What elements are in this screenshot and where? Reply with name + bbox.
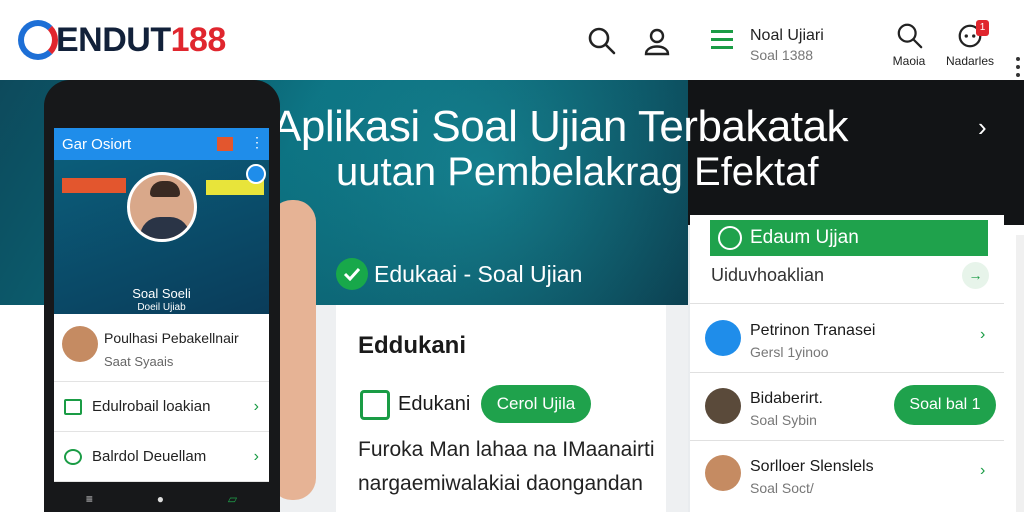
tag-badge: [62, 178, 126, 193]
chevron-right-icon: ›: [253, 447, 259, 465]
list-item-label: Balrdol Deuellam: [92, 448, 207, 465]
card-paragraph: nargaemiwalakiai daongandan: [358, 472, 643, 495]
phone-screen: Gar Osiort ⋮ Soal Soeli Doeil Ujiab Poul…: [54, 128, 269, 482]
list-item-title[interactable]: Petrinon Tranasei: [750, 322, 875, 340]
top-header: ENDUT 188: [0, 0, 688, 80]
home-icon[interactable]: ●: [157, 492, 164, 506]
right-panel-title: Noal Ujiari: [750, 27, 824, 44]
phone-profile-section: Soal Soeli Doeil Ujiab: [54, 160, 269, 314]
back-icon[interactable]: ▱: [228, 492, 237, 506]
refresh-icon[interactable]: [246, 164, 266, 184]
list-item-title[interactable]: Bidaberirt.: [750, 390, 823, 408]
list-item[interactable]: Balrdol Deuellam ›: [54, 432, 269, 482]
phone-app-title: Gar Osiort: [62, 135, 132, 153]
background-strip: [666, 305, 688, 512]
check-badge-icon: [336, 258, 368, 290]
list-item-label[interactable]: Uiduvhoaklian: [711, 265, 824, 286]
recent-apps-icon[interactable]: ≡: [86, 492, 93, 506]
card-paragraph: Furoka Man lahaa na IMaanairti: [358, 438, 655, 461]
menu-icon[interactable]: [711, 30, 733, 54]
card-title: Poulhasi Pebakellnair: [104, 330, 239, 346]
more-vert-icon[interactable]: [1014, 55, 1022, 79]
card-label: Edukani: [398, 393, 471, 415]
exam-action-button[interactable]: Soal bal 1: [894, 385, 996, 425]
more-vert-icon[interactable]: ⋮: [250, 134, 264, 151]
arrow-right-icon[interactable]: →: [962, 262, 989, 289]
logo-mark-icon: [18, 20, 58, 60]
user-icon[interactable]: [642, 26, 672, 56]
brand-logo[interactable]: ENDUT 188: [18, 20, 226, 60]
list-item[interactable]: Edulrobail loakian ›: [54, 382, 269, 432]
list-item-label: Edulrobail loakian: [92, 398, 211, 415]
avatar: [705, 388, 741, 424]
scrollbar[interactable]: [1016, 235, 1024, 512]
hero-badge-label: Edukaai - Soal Ujian: [374, 260, 583, 287]
hero-title: Aplikasi Soal Ujian Terbakatak: [272, 102, 849, 151]
avatar: [705, 455, 741, 491]
menu-item-label: Edaum Ujjan: [750, 227, 859, 248]
profile-name: Soal Soeli: [132, 286, 191, 301]
edit-icon: [360, 390, 390, 420]
divider: [690, 372, 1004, 373]
exam-menu-item-active[interactable]: Edaum Ujjan: [710, 220, 988, 256]
hero-badge[interactable]: Edukaai - Soal Ujian: [336, 258, 582, 290]
start-exam-button[interactable]: Cerol Ujila: [481, 385, 591, 423]
chevron-right-icon[interactable]: ›: [980, 462, 985, 480]
notification-badge: 1: [976, 20, 989, 36]
check-icon: [64, 448, 82, 465]
search-label: Maoia: [892, 54, 926, 68]
list-item-subtitle: Soal Soct/: [750, 480, 814, 496]
mail-icon: [64, 398, 82, 415]
list-item-title[interactable]: Sorlloer Slenslels: [750, 458, 874, 476]
flag-icon: [217, 137, 233, 151]
list-item[interactable]: Poulhasi Pebakellnair Saat Syaais: [54, 314, 269, 382]
divider: [690, 440, 1004, 441]
logo-number: 188: [170, 20, 227, 59]
hero-subtitle: uutan Pembelakrag Efektaf: [336, 150, 819, 194]
search-icon[interactable]: [896, 22, 924, 50]
right-panel-subtitle: Soal 1388: [750, 47, 814, 63]
notifications-label: Nadarles: [945, 54, 995, 68]
card-subtitle: Saat Syaais: [104, 354, 174, 369]
avatar: [705, 320, 741, 356]
list-item-subtitle: Gersl 1yinoo: [750, 344, 829, 360]
chevron-right-icon: ›: [253, 397, 259, 415]
clock-icon: [718, 226, 742, 250]
avatar: [127, 172, 197, 242]
card-heading: Eddukani: [358, 332, 467, 359]
search-icon[interactable]: [587, 26, 617, 56]
profile-subtitle: Doeil Ujiab: [137, 302, 186, 313]
divider: [690, 303, 1004, 304]
avatar: [62, 326, 98, 362]
phone-nav-bar: ≡ ● ▱: [54, 486, 269, 512]
list-item-subtitle: Soal Sybin: [750, 412, 817, 428]
chevron-right-icon[interactable]: ›: [980, 326, 985, 344]
hero-next-chevron-icon[interactable]: ›: [978, 112, 987, 143]
phone-app-bar: Gar Osiort ⋮: [54, 128, 269, 160]
logo-text: ENDUT: [56, 20, 171, 59]
